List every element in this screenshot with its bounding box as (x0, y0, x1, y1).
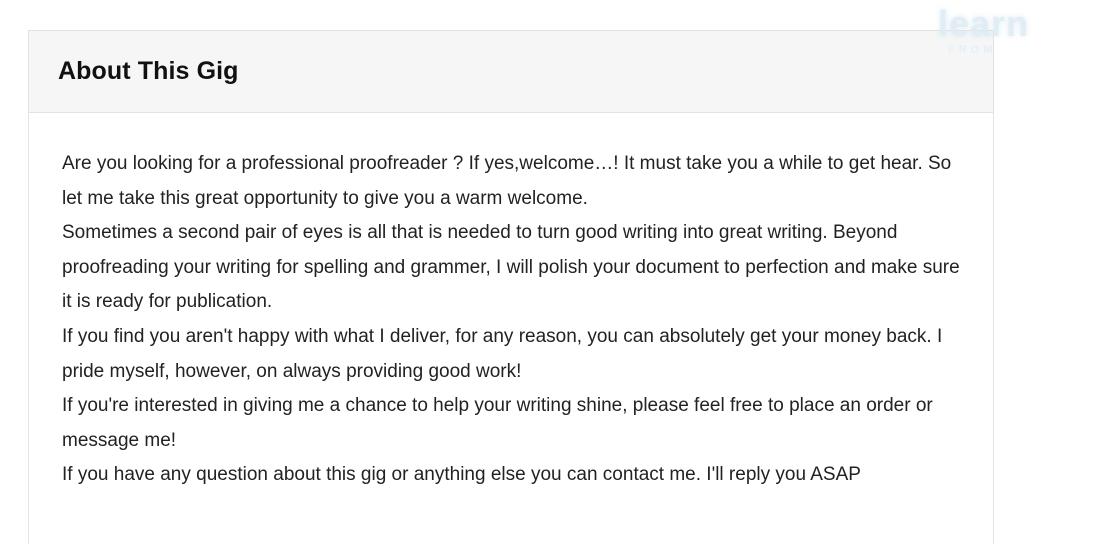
about-gig-header: About This Gig (29, 31, 993, 113)
about-gig-card: About This Gig Are you looking for a pro… (28, 30, 994, 544)
description-paragraph: If you have any question about this gig … (62, 464, 861, 486)
description-paragraph: If you find you aren't happy with what I… (62, 325, 943, 382)
page: About This Gig Are you looking for a pro… (0, 0, 1110, 544)
description-paragraph: Are you looking for a professional proof… (62, 153, 952, 209)
about-gig-title: About This Gig (58, 57, 239, 85)
description-paragraph: Sometimes a second pair of eyes is all t… (62, 222, 960, 313)
description-paragraph: If you're interested in giving me a chan… (62, 395, 933, 451)
about-gig-description: Are you looking for a professional proof… (29, 113, 993, 493)
